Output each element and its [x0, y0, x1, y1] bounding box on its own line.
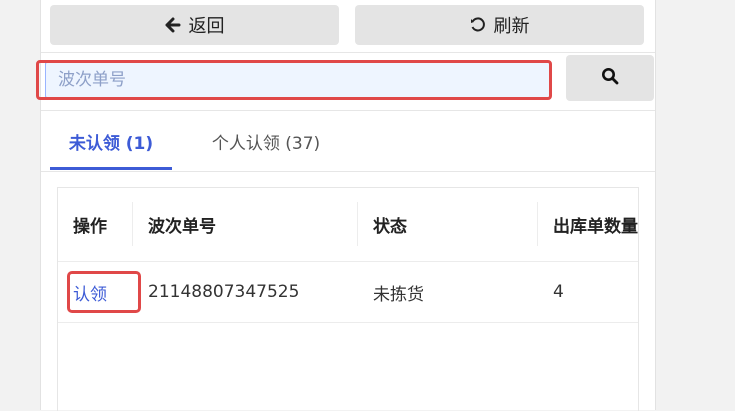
top-toolbar: 返回 刷新 — [41, 0, 655, 52]
active-tab-indicator — [50, 167, 172, 170]
divider — [41, 171, 655, 172]
tab-personal-claimed[interactable]: 个人认领 (37) — [191, 112, 341, 171]
tab-unclaimed-label: 未认领 (1) — [68, 134, 154, 154]
claim-link[interactable]: 认领 — [73, 280, 107, 305]
arrow-left-icon — [165, 17, 181, 33]
main-panel: 返回 刷新 未认领 (1) — [36, 0, 656, 411]
wave-no-cell: 21148807347525 — [148, 282, 300, 302]
column-separator — [357, 202, 358, 246]
search-input[interactable] — [45, 62, 551, 98]
status-cell: 未拣货 — [373, 284, 424, 305]
search-row — [36, 53, 655, 109]
refresh-button-label: 刷新 — [493, 16, 530, 37]
header-wave-no: 波次单号 — [148, 217, 216, 237]
table-header-row: 操作 波次单号 状态 出库单数量 — [58, 188, 638, 262]
header-outbound-count: 出库单数量 — [553, 217, 638, 237]
refresh-button[interactable]: 刷新 — [355, 5, 644, 45]
back-button-label: 返回 — [188, 16, 225, 37]
column-separator — [537, 202, 538, 246]
tab-bar: 未认领 (1) 个人认领 (37) — [41, 112, 655, 171]
search-button[interactable] — [566, 55, 654, 101]
wave-table: 操作 波次单号 状态 出库单数量 认领 21148807347525 未拣货 4 — [57, 187, 639, 411]
back-button[interactable]: 返回 — [50, 5, 339, 45]
search-icon — [601, 67, 619, 89]
header-action: 操作 — [73, 217, 107, 237]
tab-personal-label: 个人认领 (37) — [211, 134, 321, 154]
refresh-icon — [470, 17, 486, 33]
header-status: 状态 — [373, 217, 407, 237]
action-cell: 认领 — [67, 262, 141, 322]
divider — [41, 110, 655, 111]
tab-unclaimed[interactable]: 未认领 (1) — [50, 112, 172, 171]
outbound-count-cell: 4 — [553, 282, 564, 302]
column-separator — [132, 202, 133, 246]
table-row: 认领 21148807347525 未拣货 4 — [58, 262, 638, 323]
